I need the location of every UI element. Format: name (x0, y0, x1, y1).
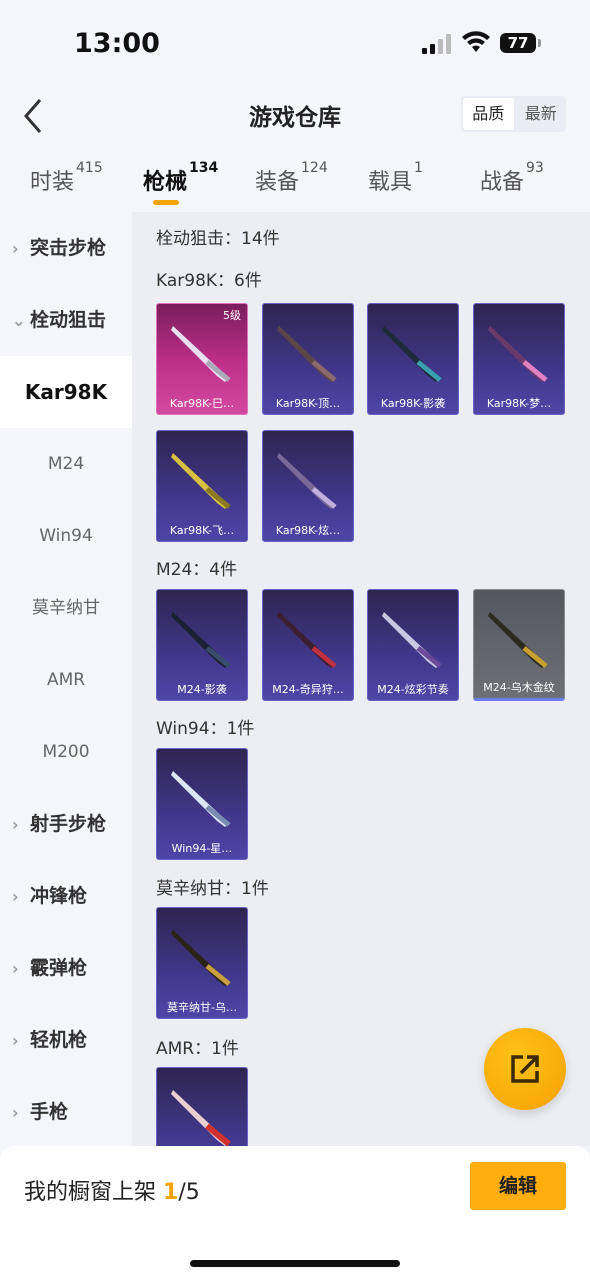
sidebar-group-marksman-rifle[interactable]: › 射手步枪 (0, 788, 132, 860)
category-header: 栓动狙击：14件 (156, 229, 280, 249)
chevron-right-icon: › (12, 239, 19, 258)
tab-equipment[interactable]: 装备124 (255, 160, 328, 196)
sidebar-item-m24[interactable]: M24 (0, 428, 132, 500)
tab-vehicles[interactable]: 载具1 (368, 160, 423, 196)
item-name: Kar98K-影袭 (380, 397, 446, 410)
active-tab-indicator (153, 200, 179, 205)
rifle-icon (277, 326, 337, 382)
edit-button[interactable]: 编辑 (470, 1162, 566, 1210)
rifle-icon (171, 453, 231, 509)
showcase-counter: 我的橱窗上架 1/5 (24, 1180, 200, 1205)
item-name: 莫辛纳甘-乌… (167, 1001, 237, 1014)
rifle-icon (488, 612, 548, 668)
item-card[interactable]: Kar98K-影袭 (367, 303, 459, 415)
rifle-icon (382, 326, 442, 382)
item-name: Win94-星… (171, 842, 233, 855)
rifle-icon (277, 612, 337, 668)
share-button[interactable] (484, 1028, 566, 1110)
sidebar-group-smg[interactable]: › 冲锋枪 (0, 860, 132, 932)
cellular-signal-icon (422, 34, 452, 54)
rifle-icon (277, 453, 337, 509)
item-name: Kar98K-炫… (275, 524, 341, 537)
section-title-m24: M24：4件 (156, 560, 238, 580)
share-external-icon (511, 1055, 539, 1083)
item-name: M24-乌木金纹 (483, 681, 555, 694)
rifle-icon (171, 326, 231, 382)
item-card[interactable]: Kar98K-顶… (262, 303, 354, 415)
sidebar-group-bolt-sniper[interactable]: ⌄ 栓动狙击 (0, 284, 132, 356)
section-title-mosin: 莫辛纳甘：1件 (156, 879, 269, 899)
item-name: Kar98K-飞… (169, 524, 235, 537)
item-card[interactable]: M24-影袭 (156, 589, 248, 701)
sidebar-item-win94[interactable]: Win94 (0, 500, 132, 572)
rifle-icon (171, 612, 231, 668)
nav-bar: 游戏仓库 品质 最新 (0, 88, 590, 148)
item-card[interactable]: M24-奇异狩… (262, 589, 354, 701)
home-indicator (190, 1260, 400, 1267)
section-title-kar98k: Kar98K：6件 (156, 271, 262, 291)
showcase-total: /5 (178, 1180, 200, 1205)
sidebar-group-pistol[interactable]: › 手枪 (0, 1076, 132, 1148)
chevron-right-icon: › (12, 887, 19, 906)
sidebar-group-lmg[interactable]: › 轻机枪 (0, 1004, 132, 1076)
battery-cap (538, 39, 541, 47)
status-time: 13:00 (74, 28, 160, 59)
chevron-right-icon: › (12, 815, 19, 834)
tab-fashion[interactable]: 时装415 (30, 160, 103, 196)
sidebar-group-shotgun[interactable]: › 霰弹枪 (0, 932, 132, 1004)
item-name: Kar98K-顶… (275, 397, 341, 410)
item-card[interactable] (156, 1067, 248, 1146)
item-name: M24-影袭 (177, 683, 227, 696)
rifle-icon (171, 771, 231, 827)
section-title-win94: Win94：1件 (156, 719, 255, 739)
item-card[interactable]: Kar98K-炫… (262, 430, 354, 542)
status-bar: 13:00 77 (0, 0, 590, 88)
tab-supplies[interactable]: 战备93 (480, 160, 544, 196)
item-card[interactable]: Kar98K-梦… (473, 303, 565, 415)
chevron-right-icon: › (12, 959, 19, 978)
sidebar-item-amr[interactable]: AMR (0, 644, 132, 716)
battery-icon: 77 (500, 33, 536, 53)
category-tabs: 时装415 枪械134 装备124 载具1 战备93 (0, 160, 590, 212)
chevron-right-icon: › (12, 1103, 19, 1122)
sort-newest-button[interactable]: 最新 (516, 96, 567, 132)
showcase-current: 1 (163, 1180, 179, 1205)
sidebar-item-kar98k[interactable]: Kar98K (0, 356, 132, 428)
chevron-down-icon: ⌄ (12, 311, 26, 330)
bottom-bar: 我的橱窗上架 1/5 编辑 (0, 1146, 590, 1280)
item-name: M24-奇异狩… (272, 683, 344, 696)
sidebar-item-mosin[interactable]: 莫辛纳甘 (0, 572, 132, 644)
item-name: M24-炫彩节奏 (377, 683, 449, 696)
rifle-icon (171, 1090, 231, 1146)
item-card[interactable]: M24-炫彩节奏 (367, 589, 459, 701)
item-name: Kar98K-巳… (169, 397, 235, 410)
chevron-right-icon: › (12, 1031, 19, 1050)
item-card[interactable]: 莫辛纳甘-乌… (156, 907, 248, 1019)
sort-toggle: 品质 最新 (461, 96, 566, 132)
item-name: Kar98K-梦… (486, 397, 552, 410)
item-card[interactable]: 5级 Kar98K-巳… (156, 303, 248, 415)
wifi-icon (462, 31, 490, 52)
item-card[interactable]: Kar98K-飞… (156, 430, 248, 542)
section-title-amr: AMR：1件 (156, 1039, 239, 1059)
sidebar-group-assault-rifle[interactable]: › 突击步枪 (0, 212, 132, 284)
item-grid-area[interactable]: 栓动狙击：14件 Kar98K：6件 5级 Kar98K-巳… Kar98K-顶… (132, 212, 590, 1146)
item-card[interactable]: M24-乌木金纹 (473, 589, 565, 701)
rifle-icon (488, 326, 548, 382)
rifle-icon (382, 612, 442, 668)
category-sidebar: › 突击步枪 ⌄ 栓动狙击 Kar98K M24 Win94 莫辛纳甘 AMR M2… (0, 212, 132, 1146)
tab-guns[interactable]: 枪械134 (143, 160, 218, 196)
item-card[interactable]: Win94-星… (156, 748, 248, 860)
rifle-icon (171, 930, 231, 986)
sidebar-item-m200[interactable]: M200 (0, 716, 132, 788)
sort-quality-button[interactable]: 品质 (463, 98, 514, 130)
